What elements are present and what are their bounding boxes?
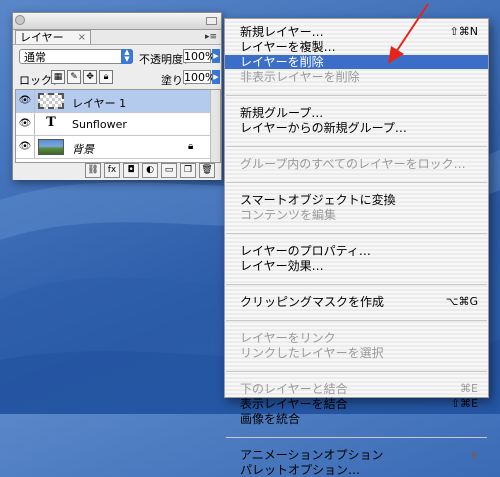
layer-row[interactable]: 👁︎ 背景 🔒︎ <box>16 136 210 159</box>
menu-item: グループ内のすべてのレイヤーをロック… <box>225 157 488 171</box>
menu-item: リンクしたレイヤーを選択 <box>225 346 488 360</box>
layers-palette: レイヤー × ▸≡ 通常 ▲ ▼ 不透明度： 100% ▶ ロック： ▦ ✎ ✥ … <box>12 12 222 180</box>
menu-item[interactable]: レイヤー効果… <box>225 259 488 273</box>
menu-item-label: レイヤー効果… <box>240 259 324 273</box>
layer-name: 背景 <box>72 143 94 156</box>
menu-item-label: レイヤーを削除 <box>240 55 324 69</box>
lock-icon: 🔒︎ <box>188 141 194 152</box>
menu-separator <box>226 284 487 285</box>
layer-row[interactable]: 👁︎ T Sunflower <box>16 113 210 136</box>
menu-item: 下のレイヤーと結合 ⌘E <box>225 382 488 396</box>
new-layer-icon[interactable]: ❐ <box>180 163 196 178</box>
opacity-input[interactable]: 100% <box>183 49 215 63</box>
eye-icon[interactable]: 👁︎ <box>16 136 35 158</box>
tab-close-icon[interactable]: × <box>78 31 86 45</box>
layer-name: Sunflower <box>72 118 127 131</box>
menu-item-label: グループ内のすべてのレイヤーをロック… <box>240 157 466 171</box>
palette-collapse-icon[interactable] <box>206 17 217 25</box>
menu-item-label: スマートオブジェクトに変換 <box>240 193 396 207</box>
fill-input[interactable]: 100% <box>183 70 215 84</box>
menu-item: コンテンツを編集 <box>225 208 488 222</box>
menu-item[interactable]: アニメーションオプション <box>225 448 488 462</box>
palette-menu-icon[interactable]: ▸≡ <box>205 32 217 42</box>
menu-separator <box>226 182 487 183</box>
fill-slider-icon[interactable]: ▶ <box>212 70 220 84</box>
menu-item[interactable]: 表示レイヤーを結合 ⇧⌘E <box>225 397 488 411</box>
menu-separator <box>226 233 487 234</box>
lock-move-icon[interactable]: ✥ <box>83 70 97 84</box>
fx-icon[interactable]: fx <box>104 163 120 178</box>
eye-icon[interactable]: 👁︎ <box>16 113 35 135</box>
layer-name: レイヤー 1 <box>72 97 127 110</box>
menu-item-label: レイヤーをリンク <box>240 331 336 345</box>
menu-item-label: リンクしたレイヤーを選択 <box>240 346 384 360</box>
tab-layers[interactable]: レイヤー × <box>15 30 91 45</box>
layer-context-menu: 新規レイヤー… ⇧⌘N レイヤーを複製… レイヤーを削除 非表示レイヤーを削除 新規グルー… <box>224 18 489 477</box>
folder-icon[interactable]: ▭ <box>161 163 177 178</box>
lock-brush-icon[interactable]: ✎ <box>67 70 81 84</box>
blend-mode-value: 通常 <box>24 51 46 64</box>
palette-body: 通常 ▲ ▼ 不透明度： 100% ▶ ロック： ▦ ✎ ✥ 🔒︎ 塗り： 100… <box>13 44 221 180</box>
adjustment-icon[interactable]: ◐ <box>142 163 158 178</box>
select-arrows-icon: ▲ ▼ <box>121 49 133 64</box>
menu-item-shortcut: ⇧⌘E <box>450 397 478 410</box>
menu-item-label: クリッピングマスクを作成 <box>240 295 385 309</box>
layer-thumbnail <box>38 93 64 109</box>
menu-separator <box>226 146 487 147</box>
menu-item[interactable]: クリッピングマスクを作成 ⌥⌘G <box>225 295 488 309</box>
menu-item-label: コンテンツを編集 <box>240 208 337 222</box>
menu-item-label: パレットオプション… <box>240 463 361 477</box>
menu-item[interactable]: レイヤーを削除 <box>225 55 488 69</box>
menu-item: レイヤーをリンク <box>225 331 488 345</box>
blend-mode-select[interactable]: 通常 ▲ ▼ <box>19 49 133 64</box>
layer-list: 👁︎ レイヤー 1 👁︎ T Sunflower 👁︎ 背景 🔒︎ <box>15 89 221 163</box>
menu-separator <box>226 320 487 321</box>
text-layer-icon: T <box>38 116 64 132</box>
menu-item-label: レイヤーを複製… <box>240 40 336 54</box>
menu-item[interactable]: 画像を統合 <box>225 412 488 426</box>
menu-item-label: 新規レイヤー… <box>240 25 324 39</box>
palette-titlebar[interactable] <box>13 13 221 30</box>
tab-layers-label: レイヤー <box>20 31 64 44</box>
menu-item[interactable]: レイヤーのプロパティ… <box>225 244 488 258</box>
menu-item-shortcut: ⇧⌘N <box>449 25 478 38</box>
menu-item[interactable]: 新規レイヤー… ⇧⌘N <box>225 25 488 39</box>
palette-close-icon[interactable] <box>15 15 25 25</box>
menu-item-shortcut: ⌥⌘G <box>445 295 478 308</box>
menu-separator <box>226 371 487 372</box>
layer-list-scrollbar[interactable] <box>210 90 220 162</box>
menu-separator <box>226 95 487 96</box>
trash-icon[interactable]: 🗑︎ <box>199 163 215 178</box>
submenu-arrow-icon <box>472 451 478 459</box>
lock-icons: ▦ ✎ ✥ 🔒︎ <box>51 70 113 84</box>
menu-item-label: アニメーションオプション <box>240 448 384 462</box>
link-icon[interactable]: ⛓ <box>85 163 101 178</box>
layer-row[interactable]: 👁︎ レイヤー 1 <box>16 90 210 113</box>
menu-item-shortcut: ⌘E <box>460 382 478 395</box>
menu-item-label: 下のレイヤーと結合 <box>240 382 348 396</box>
menu-item-label: レイヤーからの新規グループ… <box>240 121 407 135</box>
opacity-slider-icon[interactable]: ▶ <box>212 49 220 63</box>
lock-transparent-icon[interactable]: ▦ <box>51 70 65 84</box>
menu-item[interactable]: スマートオブジェクトに変換 <box>225 193 488 207</box>
menu-item-label: 新規グループ… <box>240 106 324 120</box>
menu-separator <box>226 437 487 438</box>
menu-item-label: 非表示レイヤーを削除 <box>240 70 360 84</box>
eye-icon[interactable]: 👁︎ <box>16 90 35 112</box>
menu-item-label: レイヤーのプロパティ… <box>240 244 371 258</box>
mask-icon[interactable]: ◘ <box>123 163 139 178</box>
menu-item-label: 画像を統合 <box>240 412 301 426</box>
menu-item[interactable]: 新規グループ… <box>225 106 488 120</box>
palette-footer: ⛓ fx ◘ ◐ ▭ ❐ 🗑︎ <box>13 163 221 180</box>
menu-item[interactable]: パレットオプション… <box>225 463 488 477</box>
menu-item[interactable]: レイヤーを複製… <box>225 40 488 54</box>
menu-item: 非表示レイヤーを削除 <box>225 70 488 84</box>
lock-all-icon[interactable]: 🔒︎ <box>99 70 113 84</box>
menu-item[interactable]: レイヤーからの新規グループ… <box>225 121 488 135</box>
layer-thumbnail <box>38 139 64 155</box>
menu-item-label: 表示レイヤーを結合 <box>240 397 348 411</box>
annotation-arrow <box>388 3 429 64</box>
